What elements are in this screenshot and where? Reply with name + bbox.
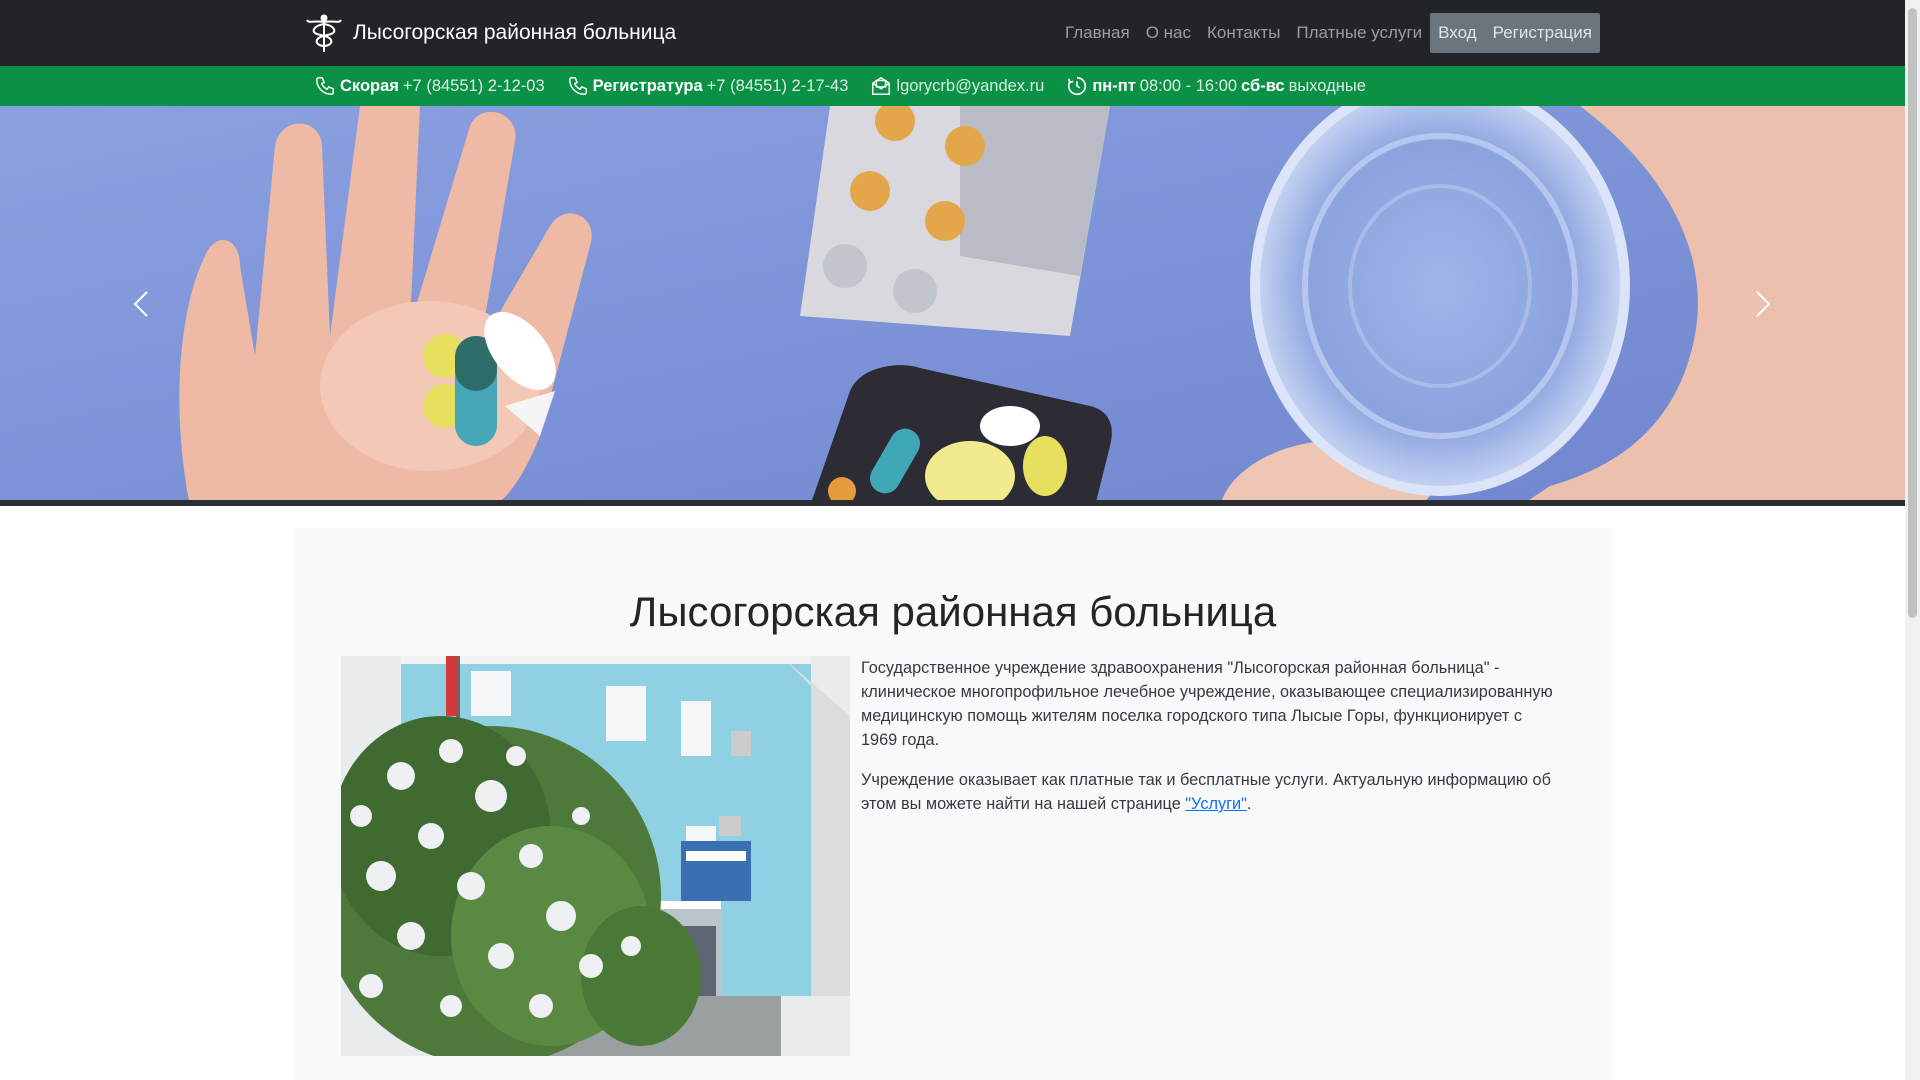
brand-title: Лысогорская районная больница — [353, 21, 677, 44]
page-scrollbar[interactable] — [1905, 0, 1920, 1080]
about-paragraph-2: Учреждение оказывает как платные так и б… — [861, 768, 1561, 816]
carousel-next-button[interactable] — [1742, 284, 1782, 324]
contact-info-bar: Скорая +7 (84551) 2-12-03 Регистратура +… — [0, 66, 1905, 106]
ambulance-label: Скорая — [340, 76, 399, 95]
clock-icon — [1068, 76, 1087, 96]
registry-contact: Регистратура +7 (84551) 2-17-43 — [567, 75, 849, 97]
top-navbar: Лысогорская районная больница Главная О … — [0, 0, 1905, 66]
register-button[interactable]: Регистрация — [1485, 13, 1600, 53]
carousel-slide-image — [0, 106, 1905, 506]
email-contact: lgorycrb@yandex.ru — [870, 75, 1044, 97]
nav-menu: Главная О нас Контакты Платные услуги Вх… — [1057, 13, 1600, 53]
email-link[interactable]: lgorycrb@yandex.ru — [896, 77, 1044, 96]
about-paragraph-2-end: . — [1246, 795, 1252, 813]
ambulance-phone[interactable]: +7 (84551) 2-12-03 — [403, 77, 545, 96]
nav-link-contacts[interactable]: Контакты — [1199, 13, 1288, 53]
registry-label: Регистратура — [592, 76, 703, 95]
carousel-divider — [0, 500, 1905, 506]
weekdays-label: пн-пт — [1092, 76, 1136, 95]
scrollbar-thumb[interactable] — [1908, 8, 1917, 618]
hospital-photo — [341, 656, 850, 1056]
caduceus-icon — [306, 14, 342, 52]
about-text: Государственное учреждение здравоохранен… — [861, 656, 1561, 832]
chevron-right-icon — [1756, 291, 1771, 317]
services-link[interactable]: "Услуги" — [1185, 795, 1247, 813]
nav-link-home[interactable]: Главная — [1057, 13, 1138, 53]
login-button[interactable]: Вход — [1430, 13, 1484, 53]
hero-carousel — [0, 106, 1905, 506]
nav-link-paid-services[interactable]: Платные услуги — [1288, 13, 1430, 53]
about-paragraph-1: Государственное учреждение здравоохранен… — [861, 659, 1553, 749]
auth-group: Вход Регистрация — [1430, 13, 1600, 53]
registry-phone[interactable]: +7 (84551) 2-17-43 — [707, 77, 849, 96]
brand-link[interactable]: Лысогорская районная больница — [303, 12, 676, 54]
phone-icon — [316, 77, 334, 95]
about-section: Лысогорская районная больница Государств… — [293, 528, 1613, 1080]
page: Лысогорская районная больница Главная О … — [0, 0, 1905, 1080]
nav-link-about[interactable]: О нас — [1138, 13, 1199, 53]
weekend-text: выходные — [1288, 76, 1366, 95]
weekdays-hours: 08:00 - 16:00 — [1139, 76, 1238, 95]
working-hours: пн-пт 08:00 - 16:00 сб-вс выходные — [1066, 75, 1366, 97]
chevron-left-icon — [133, 291, 148, 317]
carousel-prev-button[interactable] — [122, 284, 162, 324]
page-title: Лысогорская районная больница — [629, 588, 1277, 635]
mail-icon — [872, 76, 891, 95]
ambulance-contact: Скорая +7 (84551) 2-12-03 — [314, 75, 545, 97]
weekend-label: сб-вс — [1241, 76, 1285, 95]
phone-icon — [568, 77, 587, 95]
